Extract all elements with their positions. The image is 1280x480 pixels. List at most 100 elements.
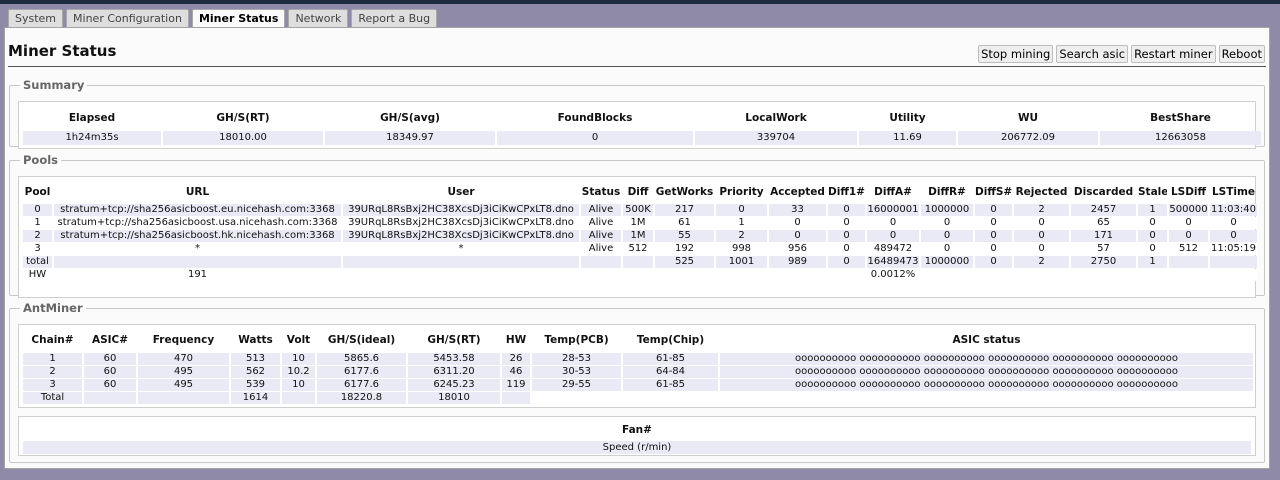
restart-miner-button[interactable]: Restart miner <box>1131 45 1216 63</box>
chain-total-empty-cell <box>532 392 1253 404</box>
pool-cell: 61 <box>655 217 714 229</box>
pool-cell <box>716 269 767 281</box>
pool-cell: HW <box>23 269 52 281</box>
summary-legend: Summary <box>23 78 85 92</box>
pool-cell: 0 <box>867 217 919 229</box>
chain-cell: 6311.20 <box>408 366 500 378</box>
pool-cell: stratum+tcp://sha256asicboost.usa.niceha… <box>54 217 341 229</box>
chain-total-cell: 18220.8 <box>317 392 406 404</box>
pool-cell: 989 <box>769 256 826 268</box>
pool-cell: 0 <box>769 230 826 242</box>
chain-total-row: Total 1614 18220.8 18010 <box>23 392 1253 404</box>
pool-cell: 55 <box>655 230 714 242</box>
fan-table: Fan# Speed (r/min) <box>21 419 1253 455</box>
pool-cell: 39URqL8RsBxj2HC38XcsDj3iCiKwCPxLT8.dno <box>343 217 579 229</box>
tab-miner-configuration[interactable]: Miner Configuration <box>66 9 189 28</box>
asic-status-cell: oooooooooo oooooooooo oooooooooo ooooooo… <box>720 366 1253 378</box>
summary-value-cell: 339704 <box>695 131 857 145</box>
pool-cell: 0 <box>716 204 767 216</box>
reboot-button[interactable]: Reboot <box>1218 45 1265 63</box>
pool-cell: 489472 <box>867 243 919 255</box>
chain-cell: 61-85 <box>623 379 718 391</box>
chain-cell: 6177.6 <box>317 366 406 378</box>
summary-value-cell: 12663058 <box>1100 131 1261 145</box>
search-asic-button[interactable]: Search asic <box>1056 45 1129 63</box>
title-divider <box>8 66 1266 67</box>
tab-network[interactable]: Network <box>288 9 349 28</box>
antminer-table-box: Chain# ASIC# Frequency Watts Volt GH/S(ideal)… <box>18 324 1256 408</box>
pool-cell: Alive <box>581 204 621 216</box>
chain-cell: 26 <box>502 353 530 365</box>
pool-cell: 0 <box>1210 230 1257 242</box>
summary-value-cell: 0 <box>497 131 693 145</box>
pool-cell: 1 <box>1138 204 1167 216</box>
chain-cell: 495 <box>138 379 229 391</box>
chain-cell: 119 <box>502 379 530 391</box>
pool-cell: 0 <box>828 204 865 216</box>
pool-cell <box>54 256 341 268</box>
pool-cell <box>655 269 714 281</box>
pool-cell: 33 <box>769 204 826 216</box>
pool-cell: 956 <box>769 243 826 255</box>
antminer-header-cell: ASIC# <box>91 334 129 346</box>
pool-cell <box>623 269 653 281</box>
chain-cell: 562 <box>231 366 280 378</box>
summary-table-box: Elapsed GH/S(RT) GH/S(avg) FoundBlocks Local… <box>18 101 1261 149</box>
pool-cell: 0 <box>921 243 973 255</box>
pool-cell <box>1071 269 1136 281</box>
pool-cell: 57 <box>1071 243 1136 255</box>
pools-header-cell: Pool <box>24 185 51 198</box>
chain-cell: 10.2 <box>282 366 315 378</box>
pool-cell: 1001 <box>716 256 767 268</box>
pool-cell <box>1169 256 1208 268</box>
pool-cell: 0 <box>1014 230 1069 242</box>
asic-status-cell: oooooooooo oooooooooo oooooooooo ooooooo… <box>720 353 1253 365</box>
pool-cell <box>1138 269 1167 281</box>
pool-cell <box>581 269 621 281</box>
pools-header-cell: GetWorks <box>655 185 714 198</box>
pools-header-cell: Stale <box>1138 185 1167 198</box>
pool-cell: 0 <box>921 230 973 242</box>
tab-system[interactable]: System <box>8 9 64 28</box>
pools-header-cell: Diff1# <box>828 185 865 198</box>
pools-header-cell: LSDiff <box>1170 185 1207 198</box>
pool-cell: 0 <box>1014 217 1069 229</box>
summary-header-cell: GH/S(RT) <box>216 111 270 124</box>
tab-miner-status[interactable]: Miner Status <box>191 9 286 28</box>
antminer-legend: AntMiner <box>23 301 83 315</box>
summary-header-cell: BestShare <box>1150 111 1211 124</box>
pool-cell: Alive <box>581 243 621 255</box>
pool-cell: 3 <box>23 243 52 255</box>
chain-cell: 46 <box>502 366 530 378</box>
tab-bar: System Miner Configuration Miner Status … <box>8 9 438 28</box>
chain-cell: 513 <box>231 353 280 365</box>
antminer-header-cell: GH/S(RT) <box>427 334 481 346</box>
pool-cell <box>1014 269 1069 281</box>
pools-table-box: Pool URL User Status Diff GetWorks Priority Acc… <box>18 176 1259 298</box>
pools-header-cell: Diff <box>627 185 649 198</box>
summary-section: Summary Elapsed GH/S(RT) GH/S(avg) FoundBlo… <box>9 78 1265 149</box>
summary-value-cell: 206772.09 <box>958 131 1098 145</box>
chain-cell: 61-85 <box>623 353 718 365</box>
pools-header-cell: User <box>447 185 475 198</box>
pool-cell: 2 <box>23 230 52 242</box>
pool-cell: 2 <box>1014 256 1069 268</box>
summary-value-cell: 18349.97 <box>325 131 495 145</box>
pools-table: Pool URL User Status Diff GetWorks Priority Acc… <box>21 179 1259 282</box>
pool-cell: 16000001 <box>867 204 919 216</box>
pool-cell: 998 <box>716 243 767 255</box>
pool-cell: 0 <box>975 256 1012 268</box>
pool-cell: 0 <box>828 256 865 268</box>
pool-row: total 525 1001 989 0 16489473 1000000 0 2 2750 1 <box>23 256 1257 268</box>
tab-report-a-bug[interactable]: Report a Bug <box>351 9 438 28</box>
pool-cell: 217 <box>655 204 714 216</box>
chain-cell: 60 <box>84 353 136 365</box>
pool-cell: 0 <box>867 230 919 242</box>
pools-header-cell: Priority <box>719 185 764 198</box>
pool-row: 1 stratum+tcp://sha256asicboost.usa.niceh… <box>23 217 1257 229</box>
pool-cell: 500000 <box>1169 204 1208 216</box>
pool-cell <box>1210 256 1257 268</box>
pool-row: HW 191 0.0012% <box>23 269 1257 281</box>
chain-cell: 3 <box>23 379 82 391</box>
stop-mining-button[interactable]: Stop mining <box>978 45 1054 63</box>
